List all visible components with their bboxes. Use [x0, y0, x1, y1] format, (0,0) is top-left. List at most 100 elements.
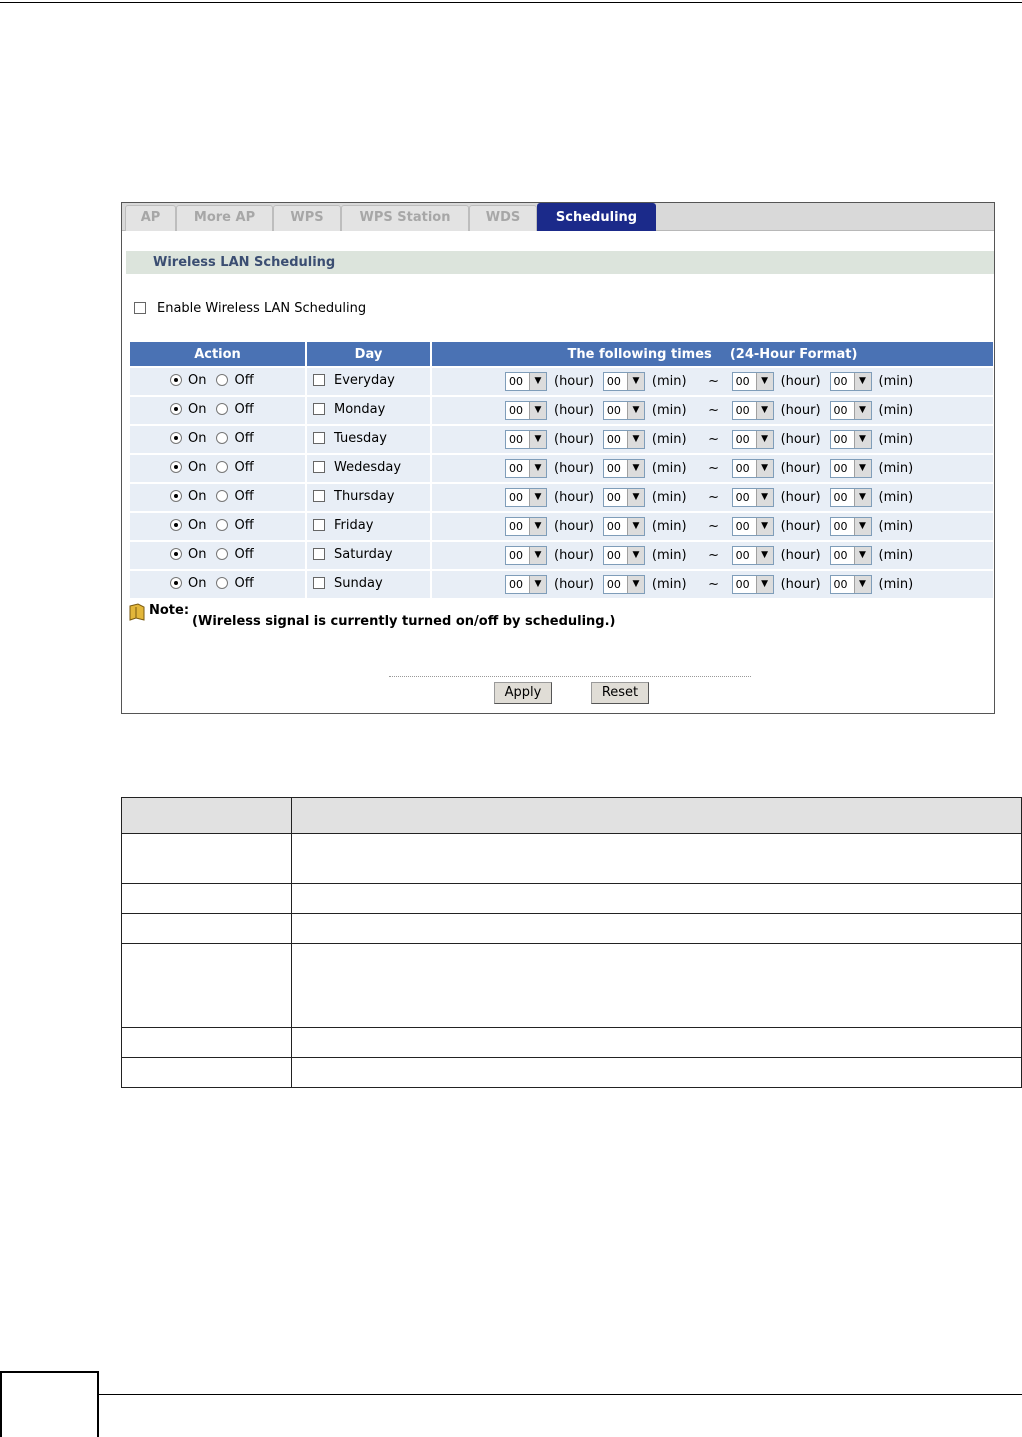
chevron-down-icon[interactable]: ▼ — [853, 518, 871, 535]
tab-wps[interactable]: WPS — [273, 205, 341, 231]
tab-scheduling[interactable]: Scheduling — [537, 203, 656, 231]
day-checkbox[interactable] — [313, 577, 325, 590]
tab-more-ap[interactable]: More AP — [176, 205, 273, 231]
chevron-down-icon[interactable]: ▼ — [626, 460, 644, 477]
start-min-select[interactable]: 00 ▼ — [602, 488, 645, 507]
start-min-select[interactable]: 00 ▼ — [602, 372, 645, 391]
day-checkbox[interactable] — [313, 490, 325, 503]
chevron-down-icon[interactable]: ▼ — [529, 460, 546, 477]
end-hour-select[interactable]: 00 ▼ — [731, 430, 774, 449]
end-hour-select[interactable]: 00 ▼ — [731, 488, 774, 507]
chevron-down-icon[interactable]: ▼ — [529, 402, 546, 419]
chevron-down-icon[interactable]: ▼ — [755, 460, 773, 477]
chevron-down-icon[interactable]: ▼ — [755, 576, 773, 593]
action-on-radio[interactable] — [170, 577, 182, 590]
start-hour-select[interactable]: 00 ▼ — [505, 372, 547, 391]
action-on-radio[interactable] — [170, 548, 182, 561]
chevron-down-icon[interactable]: ▼ — [755, 489, 773, 506]
chevron-down-icon[interactable]: ▼ — [853, 547, 871, 564]
chevron-down-icon[interactable]: ▼ — [755, 431, 773, 448]
action-off-radio[interactable] — [216, 519, 229, 532]
hour-unit: (hour) — [554, 490, 594, 505]
end-min-select[interactable]: 00 ▼ — [829, 430, 872, 449]
end-min-select[interactable]: 00 ▼ — [829, 517, 872, 536]
chevron-down-icon[interactable]: ▼ — [529, 373, 546, 390]
chevron-down-icon[interactable]: ▼ — [853, 576, 871, 593]
chevron-down-icon[interactable]: ▼ — [626, 547, 644, 564]
chevron-down-icon[interactable]: ▼ — [755, 547, 773, 564]
end-hour-select[interactable]: 00 ▼ — [731, 575, 774, 594]
chevron-down-icon[interactable]: ▼ — [626, 373, 644, 390]
day-checkbox[interactable] — [313, 548, 325, 561]
range-tilde: ~ — [708, 548, 720, 563]
end-hour-select[interactable]: 00 ▼ — [731, 401, 774, 420]
action-on-radio[interactable] — [170, 403, 182, 416]
start-hour-select[interactable]: 00 ▼ — [505, 401, 547, 420]
action-off-radio[interactable] — [216, 548, 229, 561]
chevron-down-icon[interactable]: ▼ — [853, 489, 871, 506]
chevron-down-icon[interactable]: ▼ — [626, 576, 644, 593]
day-checkbox[interactable] — [313, 403, 325, 416]
chevron-down-icon[interactable]: ▼ — [626, 518, 644, 535]
action-off-radio[interactable] — [216, 374, 229, 387]
action-off-radio[interactable] — [216, 490, 229, 503]
start-hour-select[interactable]: 00 ▼ — [505, 430, 547, 449]
chevron-down-icon[interactable]: ▼ — [853, 402, 871, 419]
tab-wps-station[interactable]: WPS Station — [341, 205, 469, 231]
start-min-select[interactable]: 00 ▼ — [602, 401, 645, 420]
enable-scheduling-checkbox[interactable] — [134, 302, 146, 314]
day-checkbox[interactable] — [313, 461, 325, 474]
start-min-select[interactable]: 00 ▼ — [602, 546, 645, 565]
chevron-down-icon[interactable]: ▼ — [529, 518, 546, 535]
action-off-radio[interactable] — [216, 403, 229, 416]
start-min-select[interactable]: 00 ▼ — [602, 517, 645, 536]
chevron-down-icon[interactable]: ▼ — [529, 431, 546, 448]
apply-button[interactable]: Apply — [494, 682, 552, 704]
end-min-select[interactable]: 00 ▼ — [829, 372, 872, 391]
start-hour-select[interactable]: 00 ▼ — [505, 575, 547, 594]
end-min-select[interactable]: 00 ▼ — [829, 546, 872, 565]
end-min-select[interactable]: 00 ▼ — [829, 575, 872, 594]
chevron-down-icon[interactable]: ▼ — [626, 431, 644, 448]
action-off-radio[interactable] — [216, 577, 229, 590]
action-on-radio[interactable] — [170, 461, 182, 474]
chevron-down-icon[interactable]: ▼ — [853, 431, 871, 448]
start-min-select[interactable]: 00 ▼ — [602, 459, 645, 478]
action-off-radio[interactable] — [216, 432, 229, 445]
reset-button[interactable]: Reset — [591, 682, 649, 704]
day-checkbox[interactable] — [313, 519, 325, 532]
chevron-down-icon[interactable]: ▼ — [529, 489, 546, 506]
end-hour-select[interactable]: 00 ▼ — [731, 546, 774, 565]
chevron-down-icon[interactable]: ▼ — [626, 402, 644, 419]
chevron-down-icon[interactable]: ▼ — [853, 460, 871, 477]
day-checkbox[interactable] — [313, 432, 325, 445]
action-on-radio[interactable] — [170, 519, 182, 532]
action-on-radio[interactable] — [170, 432, 182, 445]
tab-wds[interactable]: WDS — [469, 205, 537, 231]
start-hour-select[interactable]: 00 ▼ — [505, 546, 547, 565]
end-hour-select[interactable]: 00 ▼ — [731, 517, 774, 536]
start-min-select[interactable]: 00 ▼ — [602, 430, 645, 449]
end-min-select[interactable]: 00 ▼ — [829, 459, 872, 478]
tab-ap[interactable]: AP — [125, 205, 176, 231]
day-checkbox[interactable] — [313, 374, 325, 387]
start-hour-select[interactable]: 00 ▼ — [505, 517, 547, 536]
chevron-down-icon[interactable]: ▼ — [626, 489, 644, 506]
start-hour-select[interactable]: 00 ▼ — [505, 488, 547, 507]
action-on-radio[interactable] — [170, 374, 182, 387]
chevron-down-icon[interactable]: ▼ — [755, 402, 773, 419]
action-off-radio[interactable] — [216, 461, 229, 474]
hour-unit: (hour) — [780, 461, 821, 476]
end-hour-select[interactable]: 00 ▼ — [731, 459, 774, 478]
chevron-down-icon[interactable]: ▼ — [529, 547, 546, 564]
end-hour-select[interactable]: 00 ▼ — [731, 372, 774, 391]
chevron-down-icon[interactable]: ▼ — [755, 373, 773, 390]
chevron-down-icon[interactable]: ▼ — [755, 518, 773, 535]
end-min-select[interactable]: 00 ▼ — [829, 488, 872, 507]
start-hour-select[interactable]: 00 ▼ — [505, 459, 547, 478]
chevron-down-icon[interactable]: ▼ — [529, 576, 546, 593]
action-on-radio[interactable] — [170, 490, 182, 503]
end-min-select[interactable]: 00 ▼ — [829, 401, 872, 420]
start-min-select[interactable]: 00 ▼ — [602, 575, 645, 594]
chevron-down-icon[interactable]: ▼ — [853, 373, 871, 390]
